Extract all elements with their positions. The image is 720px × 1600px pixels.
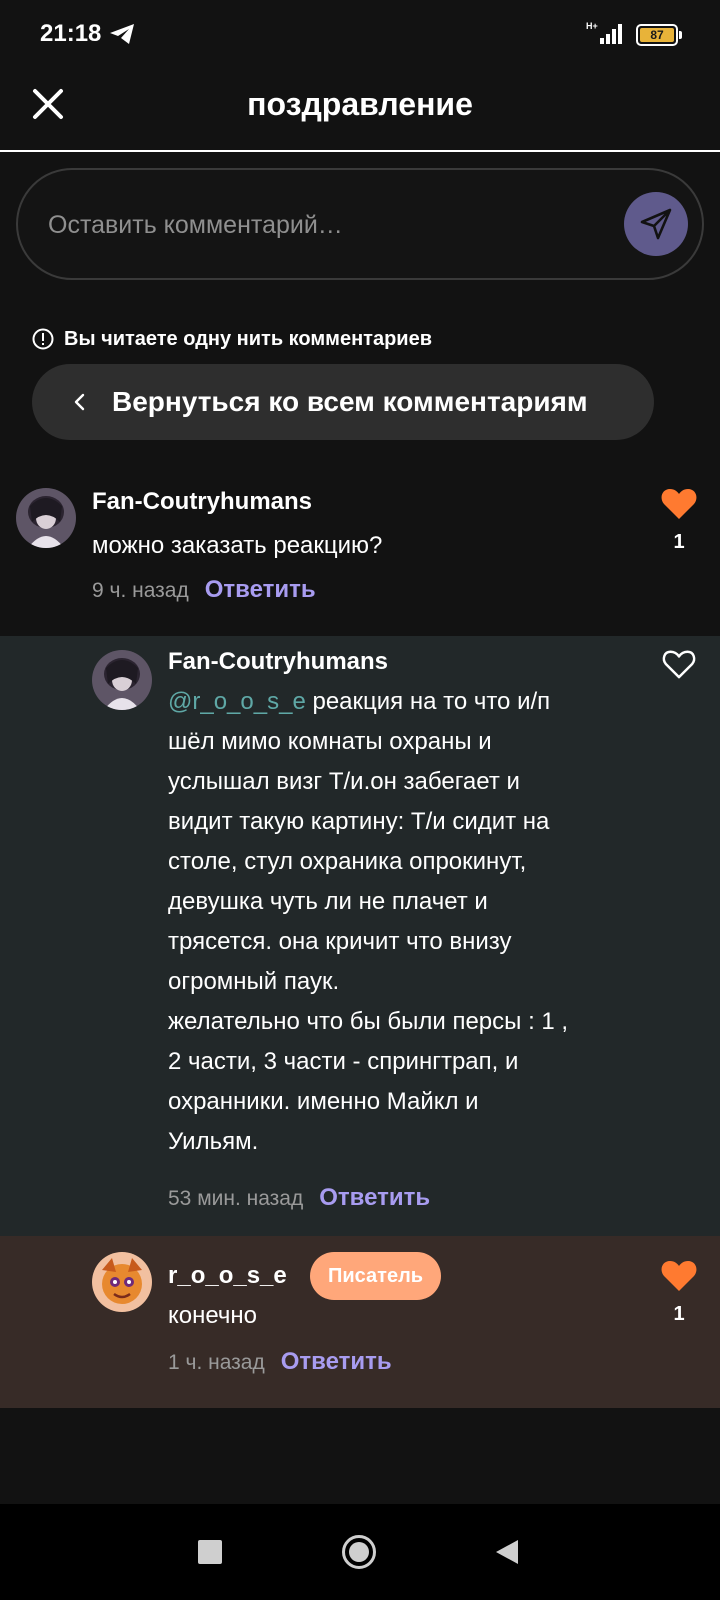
back-to-all-comments-button[interactable]: Вернуться ко всем комментариям xyxy=(32,364,654,440)
heart-filled-icon xyxy=(661,489,697,519)
like-count: 1 xyxy=(673,531,685,553)
comment-input[interactable] xyxy=(48,200,608,250)
comment-text: @r_o_o_s_e реакция на то что и/п шёл мим… xyxy=(168,682,638,1162)
comment-meta: 53 мин. назад Ответить xyxy=(168,1184,430,1212)
telegram-icon xyxy=(110,24,134,44)
comment-text: конечно xyxy=(168,1302,258,1329)
like-count: 1 xyxy=(673,1303,685,1325)
signal-icon: H+ xyxy=(586,21,622,44)
comment-text: можно заказать реакцию? xyxy=(92,532,383,559)
heart-filled-icon xyxy=(661,1261,697,1291)
comment-meta: 9 ч. назад Ответить xyxy=(92,576,316,604)
comment-line: @r_o_o_s_e реакция на то что и/п xyxy=(168,688,551,715)
back-label: Вернуться ко всем комментариям xyxy=(112,386,588,417)
comment-item: r_o_o_s_e Писатель конечно 1 ч. назад От… xyxy=(0,1236,720,1408)
chevron-left-icon xyxy=(74,393,85,411)
thread-notice-text: Вы читаете одну нить комментариев xyxy=(64,327,433,350)
send-button[interactable] xyxy=(624,192,688,256)
reply-link[interactable]: Ответить xyxy=(319,1184,430,1212)
comment-line: шёл мимо комнаты охраны и xyxy=(168,728,492,755)
page-title: поздравление xyxy=(247,86,473,122)
status-time: 21:18 xyxy=(40,20,102,47)
comment-line: желательно что бы были персы : 1 , xyxy=(168,1008,569,1035)
comment-line: столе, стул охраника опрокинут, xyxy=(168,848,527,875)
header: поздравление xyxy=(0,68,720,152)
comment-item: Fan-Coutryhumans @r_o_o_s_e реакция на т… xyxy=(0,636,720,1236)
comment-line: Уильям. xyxy=(168,1128,259,1155)
recent-apps-icon[interactable] xyxy=(198,1540,222,1564)
comment-timestamp: 1 ч. назад xyxy=(168,1351,265,1374)
comment-author[interactable]: Fan-Coutryhumans xyxy=(168,648,388,676)
back-icon[interactable] xyxy=(494,1538,520,1566)
comment-line: услышал визг Т/и.он забегает и xyxy=(168,768,520,795)
like-button[interactable]: 1 xyxy=(658,1258,700,1326)
send-icon xyxy=(640,208,672,240)
battery-icon: 87 xyxy=(636,24,682,46)
comment-line: видит такую картину: Т/и сидит на xyxy=(168,808,550,835)
status-bar: 21:18 H+ 87 xyxy=(0,0,720,68)
like-button[interactable] xyxy=(658,648,700,685)
like-button[interactable]: 1 xyxy=(658,486,700,554)
comment-timestamp: 9 ч. назад xyxy=(92,579,189,602)
avatar[interactable] xyxy=(92,650,152,710)
comment-line: охранники. именно Майкл и xyxy=(168,1088,479,1115)
comment-meta: 1 ч. назад Ответить xyxy=(168,1348,392,1376)
home-icon[interactable] xyxy=(341,1534,377,1570)
navigation-bar xyxy=(0,1504,720,1600)
avatar[interactable] xyxy=(16,488,76,548)
comment-line: 2 части, 3 части - спрингтрап, и xyxy=(168,1048,519,1075)
network-label: H+ xyxy=(586,21,598,31)
comment-timestamp: 53 мин. назад xyxy=(168,1187,304,1210)
avatar[interactable] xyxy=(92,1252,152,1312)
comment-author[interactable]: Fan-Coutryhumans xyxy=(92,488,312,516)
comment-line: девушка чуть ли не плачет и xyxy=(168,888,488,915)
reply-link[interactable]: Ответить xyxy=(281,1348,392,1376)
writer-badge: Писатель xyxy=(310,1252,442,1300)
comment-item: Fan-Coutryhumans можно заказать реакцию?… xyxy=(0,470,720,636)
mention-link[interactable]: @r_o_o_s_e xyxy=(168,688,306,715)
comment-author[interactable]: r_o_o_s_e xyxy=(168,1252,287,1300)
comment-line: огромный паук. xyxy=(168,968,340,995)
heart-outline-icon xyxy=(662,650,696,679)
battery-level: 87 xyxy=(640,28,674,42)
reply-link[interactable]: Ответить xyxy=(205,576,316,604)
thread-notice: Вы читаете одну нить комментариев xyxy=(32,326,432,352)
comment-box xyxy=(16,168,704,280)
comment-line: трясется. она кричит что внизу xyxy=(168,928,512,955)
info-icon xyxy=(32,328,54,350)
